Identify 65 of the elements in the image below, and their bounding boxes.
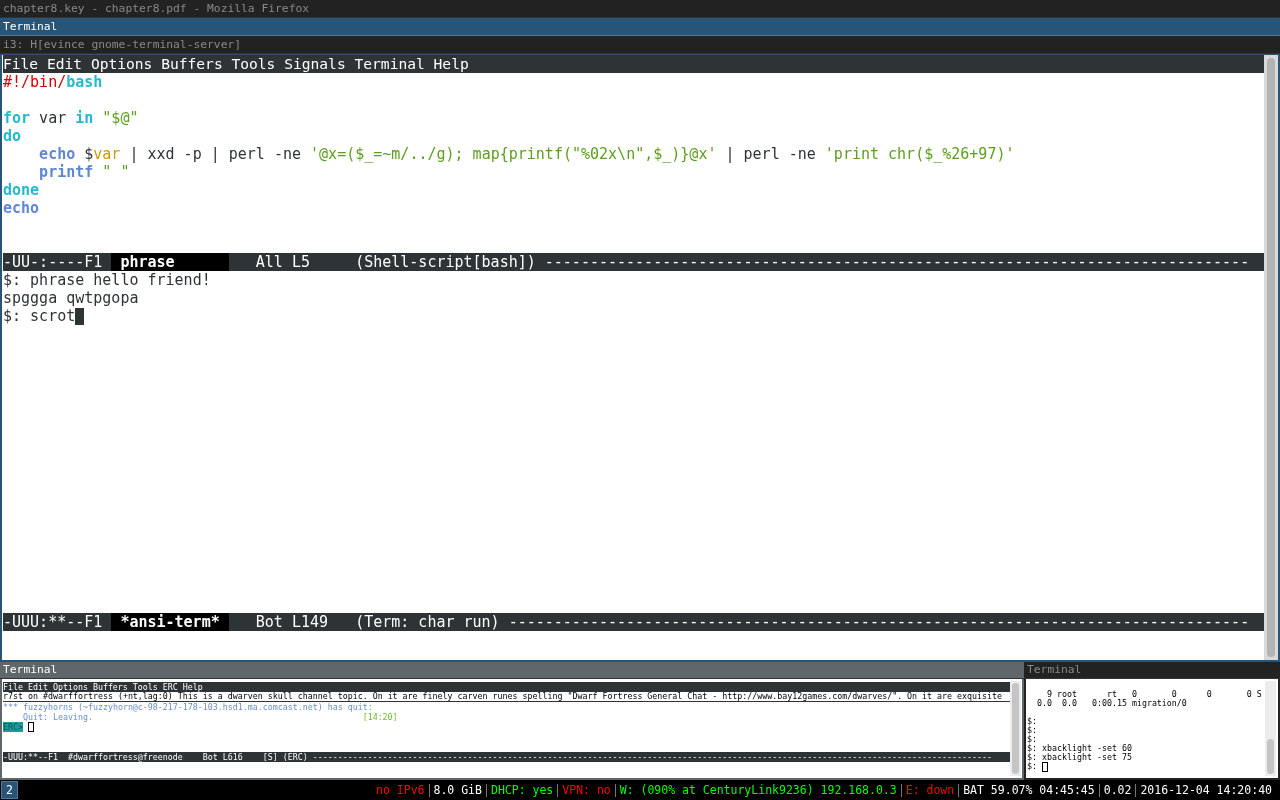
terminal-line: $:: [1027, 762, 1037, 771]
buffer-name: #dwarffortress@freenode: [66, 752, 183, 762]
terminal-line: $:: [1027, 726, 1037, 735]
window-tab[interactable]: Terminal: [0, 18, 1280, 36]
window-tab[interactable]: i3: H[evince gnome-terminal-server]: [0, 36, 1280, 54]
major-mode: (Term: char run): [355, 613, 500, 631]
text-cursor-icon: [28, 722, 34, 732]
mode-line-dashes: ----------------------------------------------------------------------------------: [508, 613, 1250, 631]
timestamp: [14:20]: [362, 712, 398, 722]
window-title-bar[interactable]: Terminal: [1024, 662, 1280, 679]
mode-line-status: -UUU:**--F1: [3, 752, 58, 762]
mode-line-dashes: ----------------------------------------------------------------------------------------------------------------------------------------: [312, 752, 992, 762]
scrollbar[interactable]: [1265, 681, 1276, 776]
text-cursor-icon: [75, 307, 85, 325]
terminal-line: $:: [1027, 717, 1037, 726]
code-line: do: [3, 127, 22, 145]
code-line: printf " ": [38, 163, 130, 181]
menu-item[interactable]: Terminal: [354, 55, 425, 73]
terminal-line: 0.0 0.0 0:00.15 migration/0: [1036, 699, 1187, 708]
code-line: for var in "$@": [3, 109, 139, 127]
terminal-line: $: xbacklight -set 75: [1027, 753, 1132, 762]
irc-prompt: ERC>: [3, 722, 23, 732]
menu-item[interactable]: File: [3, 55, 39, 73]
status-item: BAT 59.07% 04:45:45: [962, 782, 1096, 799]
status-item: VPN: no: [561, 782, 612, 799]
status-item: 2016-12-04 14:20:40: [1139, 782, 1273, 799]
status-item: E: down: [904, 782, 956, 799]
terminal-line: $: phrase hello friend!: [3, 271, 211, 289]
menu-item[interactable]: Help: [433, 55, 469, 73]
mode-line-position: Bot L616: [202, 752, 243, 762]
menu-item[interactable]: Tools: [231, 55, 276, 73]
status-item: no IPv6: [375, 782, 426, 799]
code-line: echo $var | xxd -p | perl -ne '@x=($_=~m/../g); map{printf("%02x\n",$_)}@x' | perl -ne 'print chr($_%26+97)': [38, 145, 1015, 163]
status-item: W: (090% at CenturyLink9236) 192.168.0.3: [618, 782, 898, 799]
menu-item[interactable]: Options: [90, 55, 153, 73]
menu-item[interactable]: Buffers: [161, 55, 223, 73]
mode-line-dashes: ------------------------------------------------------------------------------: [544, 253, 1250, 271]
mode-line-status: -UU-:----F1: [3, 253, 103, 271]
scrollbar-thumb[interactable]: [1267, 739, 1274, 774]
status-item: 8.0 GiB: [432, 782, 483, 799]
mode-line-status: -UUU:**--F1: [3, 613, 103, 631]
buffer-name: phrase: [111, 253, 229, 271]
terminal-line: spggga qwtpgopa: [3, 289, 139, 307]
terminal-line: $: scrot: [3, 307, 76, 325]
code-line: done: [3, 181, 40, 199]
status-item: DHCP: yes: [489, 782, 555, 799]
channel-topic: r7st on #dwarffortress (+nt,lag:0) This is a dwarven skull channel topic. On it are finely carven runes spelling "Dwarf Fortress General Chat - http://www.bay12games.com/dwarves/". On it are exquisite: [3, 692, 1010, 702]
terminal-line: $: xbacklight -set 60: [1027, 744, 1132, 753]
terminal-line: $:: [1027, 735, 1037, 744]
workspace-button[interactable]: 2: [1, 781, 18, 799]
code-line: #!/bin/bash: [3, 73, 103, 91]
text-cursor-icon: [1042, 761, 1048, 772]
mode-line-position: Bot L149: [255, 613, 329, 631]
menu-item[interactable]: Signals: [284, 55, 346, 73]
window-tab[interactable]: chapter8.key - chapter8.pdf - Mozilla Firefox: [0, 0, 1280, 18]
major-mode: (Shell-script[bash]): [355, 253, 536, 271]
code-line: echo: [3, 199, 40, 217]
buffer-name: *ansi-term*: [111, 613, 229, 631]
irc-message: Quit: Leaving.: [21, 712, 93, 722]
major-mode: [S] (ERC): [262, 752, 308, 762]
menu-item[interactable]: Edit: [46, 55, 83, 73]
irc-message: *** fuzzyhorns (~fuzzyhorn@c-98-217-178-103.hsd1.ma.comcast.net) has quit:: [3, 702, 373, 712]
status-item: 0.02: [1102, 782, 1133, 799]
mode-line-position: All L5: [255, 253, 310, 271]
terminal-line: 9 root rt 0 0 0 0 S: [1045, 690, 1262, 699]
